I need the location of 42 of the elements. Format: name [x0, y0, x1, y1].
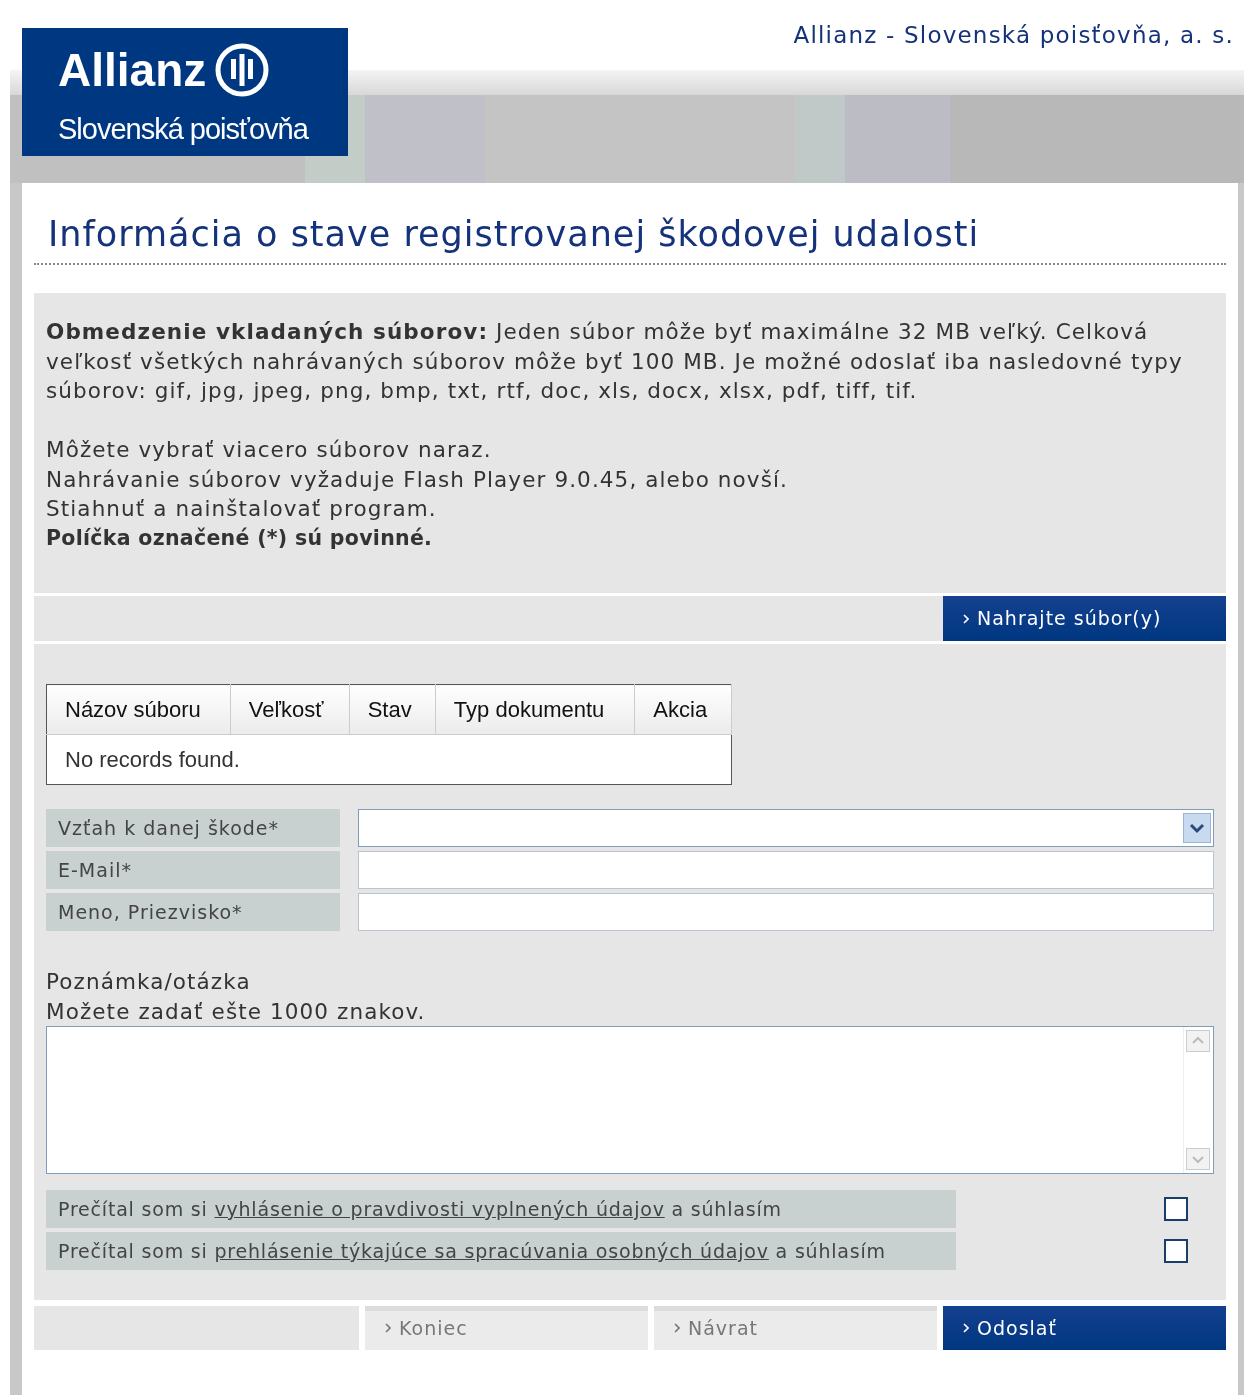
- column-header: Veľkosť: [230, 684, 350, 735]
- column-header: Názov súboru: [46, 684, 231, 735]
- send-button[interactable]: Odoslať: [943, 1306, 1226, 1350]
- company-name: Allianz - Slovenská poisťovňa, a. s.: [793, 21, 1234, 50]
- field-label: Meno, Priezvisko*: [46, 893, 340, 931]
- empty-message: No records found.: [46, 734, 732, 785]
- consent-text: Prečítal som si prehlásenie týkajúce sa spracúvania osobných údajov a súhlasím: [46, 1232, 956, 1270]
- scroll-down-icon[interactable]: [1186, 1148, 1210, 1170]
- secondary-button[interactable]: Koniec: [365, 1306, 648, 1350]
- note-textarea[interactable]: [46, 1026, 1214, 1174]
- upload-files-button[interactable]: Nahrajte súbor(y): [943, 596, 1226, 641]
- field-label: Vzťah k danej škode*: [46, 809, 340, 847]
- chevron-icon: [963, 613, 969, 624]
- input-field[interactable]: [358, 893, 1214, 931]
- chevron-icon: [674, 1323, 680, 1333]
- info-text: Stiahnuť a nainštalovať program.: [46, 495, 438, 523]
- upload-restrictions-text: Obmedzenie vkladaných súborov: Jeden súbor môže byť maximálne 32 MB veľký. Celková veľkosť všetkých nahrávaných súborov môže byť 100 MB. Je možné odoslať iba nasledovné typy súborov: gif, jpg, jpeg, png, bmp, txt, rtf, doc, xls, docx, xlsx, pdf, tiff, tif.: [46, 318, 1184, 405]
- consent-link[interactable]: vyhlásenie o pravdivosti vyplnených údajov: [214, 1198, 665, 1220]
- consent-link[interactable]: prehlásenie týkajúce sa spracúvania osobných údajov: [214, 1240, 769, 1262]
- chevron-icon: [385, 1323, 391, 1333]
- input-field[interactable]: [358, 851, 1214, 889]
- scrollbar[interactable]: [1183, 1027, 1213, 1173]
- chevron-icon: [963, 1323, 969, 1333]
- consent-checkbox[interactable]: [1164, 1197, 1188, 1221]
- column-header: Stav: [349, 684, 436, 735]
- field-label: E-Mail*: [46, 851, 340, 889]
- note-label: Poznámka/otázka: [46, 968, 252, 996]
- info-text: Môžete vybrať viacero súborov naraz.: [46, 436, 493, 464]
- required-fields-note: Políčka označené (*) sú povinné.: [46, 524, 434, 552]
- brand-name: Allianz: [58, 47, 207, 93]
- secondary-button[interactable]: Návrat: [654, 1306, 937, 1350]
- eagle-logo-icon: [214, 42, 271, 98]
- consent-checkbox[interactable]: [1164, 1239, 1188, 1263]
- brand-subtitle: Slovenská poisťovňa: [58, 112, 310, 147]
- dropdown-field[interactable]: [358, 809, 1214, 847]
- info-text: Nahrávanie súborov vyžaduje Flash Player 9.0.45, alebo novší.: [46, 465, 789, 494]
- scroll-up-icon[interactable]: [1186, 1030, 1210, 1052]
- character-count-hint: Možete zadať ešte 1000 znakov.: [46, 997, 427, 1026]
- column-header: Akcia: [634, 684, 732, 735]
- page-title: Informácia o stave registrovanej škodovej udalosti: [47, 213, 981, 255]
- consent-text: Prečítal som si vyhlásenie o pravdivosti vyplnených údajov a súhlasím: [46, 1190, 956, 1228]
- column-header: Typ dokumentu: [435, 684, 635, 735]
